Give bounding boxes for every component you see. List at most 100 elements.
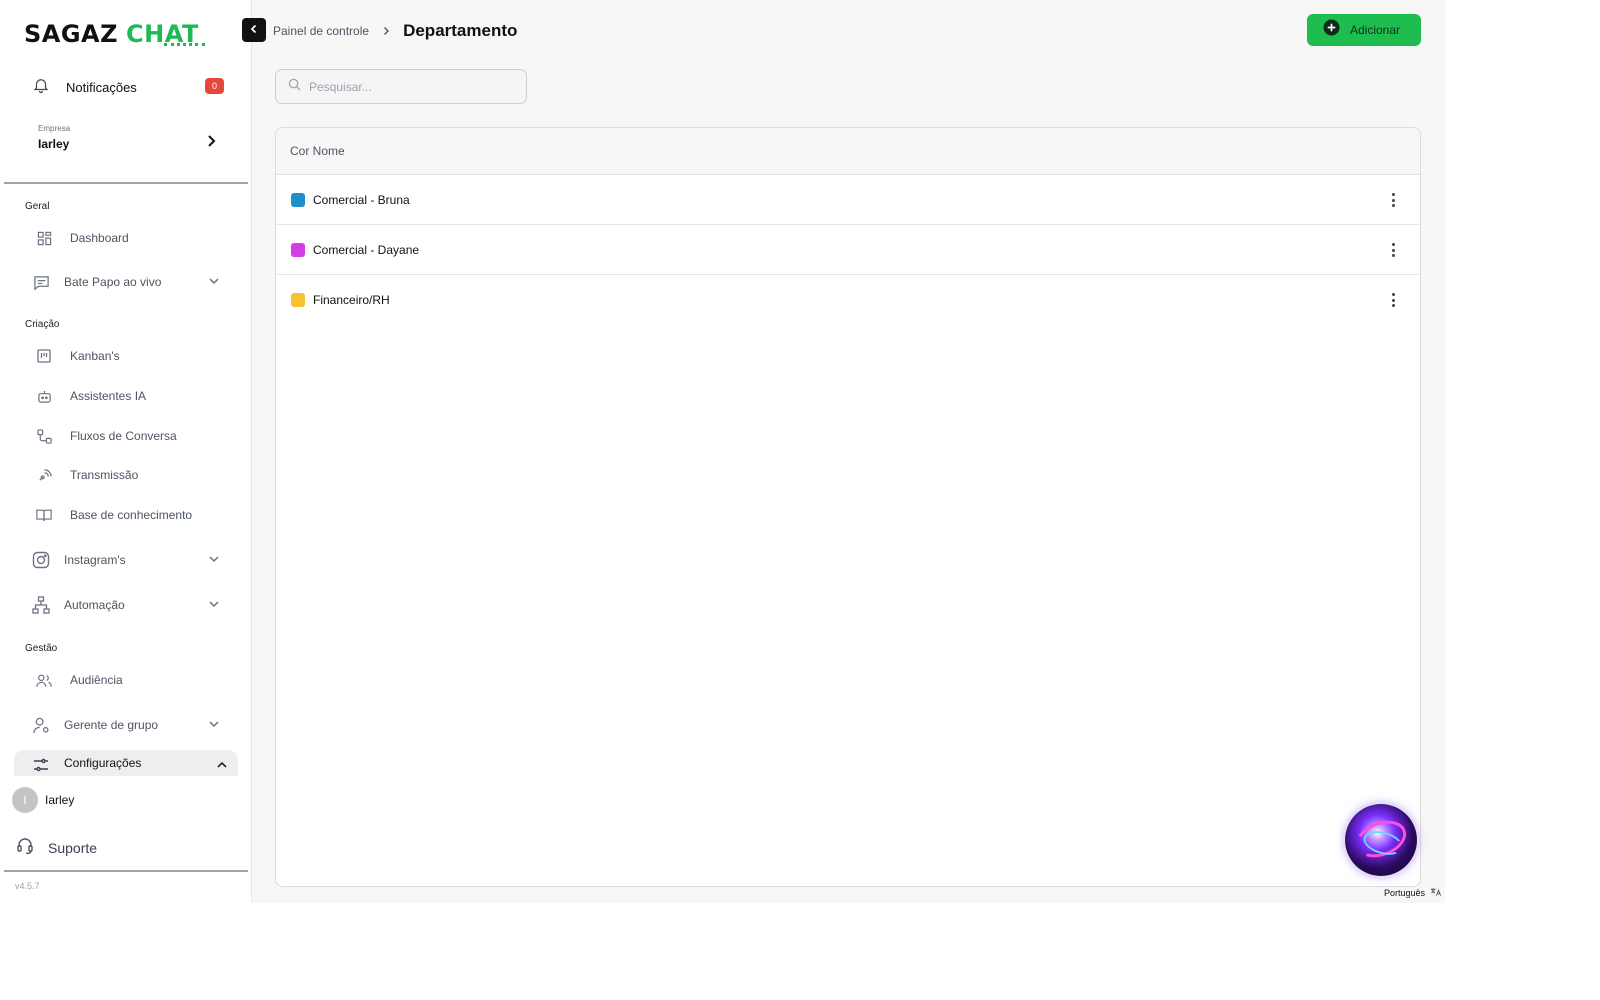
instagram-icon xyxy=(32,551,50,569)
chevron-right-icon xyxy=(206,134,218,153)
table-body: Comercial - Bruna Comercial - Dayane Finan… xyxy=(276,175,1420,325)
robot-icon xyxy=(35,387,53,405)
search-input[interactable] xyxy=(309,79,509,94)
user-gear-icon xyxy=(32,716,50,734)
broadcast-icon xyxy=(35,466,53,484)
sliders-icon xyxy=(32,756,50,774)
bell-icon xyxy=(32,76,50,99)
company-name: Iarley xyxy=(38,137,70,151)
language-label: Português xyxy=(1384,888,1426,898)
headset-icon xyxy=(16,836,34,859)
menu-dot xyxy=(1391,193,1395,196)
language-selector[interactable]: Português xyxy=(1384,887,1442,899)
menu-dot xyxy=(1391,293,1395,296)
grid-icon xyxy=(35,229,53,247)
breadcrumb: Painel de controle Departamento xyxy=(273,20,517,42)
kanban-icon xyxy=(35,347,53,365)
table-row[interactable]: Financeiro/RH xyxy=(276,275,1420,325)
chevron-down-icon xyxy=(208,597,220,615)
book-icon xyxy=(35,506,53,524)
more-vertical-icon[interactable] xyxy=(1388,191,1398,209)
page-title: Departamento xyxy=(403,21,518,40)
table-row[interactable]: Comercial - Dayane xyxy=(276,225,1420,275)
sidebar-item-label: Transmissão xyxy=(70,468,139,482)
app-version: v4.5.7 xyxy=(15,881,40,891)
department-name: Comercial - Dayane xyxy=(313,242,420,257)
color-swatch xyxy=(291,242,305,257)
section-title-criacao: Criação xyxy=(25,319,60,330)
sidebar-item-label: Audiência xyxy=(70,673,123,687)
chevron-down-icon xyxy=(208,552,220,570)
avatar: I xyxy=(12,787,38,813)
support-link[interactable]: Suporte xyxy=(16,836,97,859)
departments-table: Cor Nome Comercial - Bruna Comercial - Da… xyxy=(275,127,1421,887)
hierarchy-icon xyxy=(32,596,50,614)
sidebar-item-label: Instagram's xyxy=(64,553,126,567)
sidebar-item-audiencia[interactable]: Audiência xyxy=(32,667,230,693)
sidebar-item-kanban[interactable]: Kanban's xyxy=(32,343,230,369)
add-button[interactable]: Adicionar xyxy=(1307,14,1421,46)
sidebar-item-gerente-grupo[interactable]: Gerente de grupo xyxy=(32,712,230,738)
sidebar-item-automacao[interactable]: Automação xyxy=(32,592,230,618)
menu-dot xyxy=(1391,243,1395,246)
user-profile[interactable]: I Iarley xyxy=(12,787,74,813)
sidebar-item-label: Kanban's xyxy=(70,349,120,363)
sidebar-item-label: Assistentes IA xyxy=(70,389,147,403)
company-selector[interactable]: Empresa Iarley xyxy=(38,124,218,160)
plus-circle-icon xyxy=(1323,19,1340,41)
table-header: Cor Nome xyxy=(276,128,1420,175)
translate-icon xyxy=(1430,887,1442,899)
menu-dot xyxy=(1391,248,1395,252)
notifications-count-badge: 0 xyxy=(205,78,224,94)
department-name: Financeiro/RH xyxy=(313,293,390,307)
chevron-left-icon xyxy=(249,21,259,39)
chevron-up-icon xyxy=(216,758,228,776)
section-title-geral: Geral xyxy=(25,201,50,212)
sidebar-item-label: Configurações xyxy=(64,756,142,770)
add-button-label: Adicionar xyxy=(1350,23,1401,37)
sidebar-item-assistentes[interactable]: Assistentes IA xyxy=(32,383,230,409)
sidebar-item-instagram[interactable]: Instagram's xyxy=(32,547,230,573)
table-row[interactable]: Comercial - Bruna xyxy=(276,175,1420,225)
notifications-item[interactable]: Notificações 0 xyxy=(32,74,232,100)
sidebar-item-bate-papo[interactable]: Bate Papo ao vivo xyxy=(32,269,230,295)
menu-dot xyxy=(1391,254,1395,257)
chevron-down-icon xyxy=(208,717,220,735)
menu-dot xyxy=(1391,304,1395,307)
sidebar-item-label: Automação xyxy=(64,598,125,612)
sidebar-item-transmissao[interactable]: Transmissão xyxy=(32,462,230,488)
collapse-sidebar-button[interactable] xyxy=(242,18,266,42)
sidebar-item-label: Base de conhecimento xyxy=(70,508,193,522)
sidebar-item-fluxos[interactable]: Fluxos de Conversa xyxy=(32,423,230,449)
chat-icon xyxy=(32,273,50,291)
flow-icon xyxy=(35,427,53,445)
sidebar-item-label: Bate Papo ao vivo xyxy=(64,275,162,289)
sidebar-item-label: Dashboard xyxy=(70,231,129,245)
menu-dot xyxy=(1391,204,1395,207)
company-caption: Empresa xyxy=(38,124,71,133)
chevron-right-icon xyxy=(381,26,391,36)
sidebar-item-base-conhecimento[interactable]: Base de conhecimento xyxy=(32,502,230,528)
menu-dot xyxy=(1391,298,1395,302)
sidebar-divider xyxy=(4,182,248,184)
menu-dot xyxy=(1391,198,1395,202)
ai-assistant-orb-button[interactable] xyxy=(1345,804,1417,876)
breadcrumb-parent-link[interactable]: Painel de controle xyxy=(273,24,369,38)
more-vertical-icon[interactable] xyxy=(1388,241,1398,259)
sidebar-item-configuracoes[interactable]: Configurações xyxy=(14,750,238,776)
users-icon xyxy=(35,671,53,689)
sidebar-item-label: Gerente de grupo xyxy=(64,718,159,732)
more-vertical-icon[interactable] xyxy=(1388,291,1398,309)
department-name: Comercial - Bruna xyxy=(313,192,410,207)
search-box xyxy=(275,69,527,104)
app-logo: SAGAZ CHAT xyxy=(24,20,205,48)
sidebar: SAGAZ CHAT Notificações 0 Empresa Iarley… xyxy=(0,0,252,903)
color-swatch xyxy=(291,192,305,207)
sidebar-bottom-divider xyxy=(4,870,248,872)
sidebar-item-dashboard[interactable]: Dashboard xyxy=(32,225,230,251)
search-icon xyxy=(288,78,301,96)
notifications-label: Notificações xyxy=(66,79,137,95)
section-title-gestao: Gestão xyxy=(25,643,58,654)
sidebar-item-label: Fluxos de Conversa xyxy=(70,429,177,443)
chevron-down-icon xyxy=(208,274,220,292)
